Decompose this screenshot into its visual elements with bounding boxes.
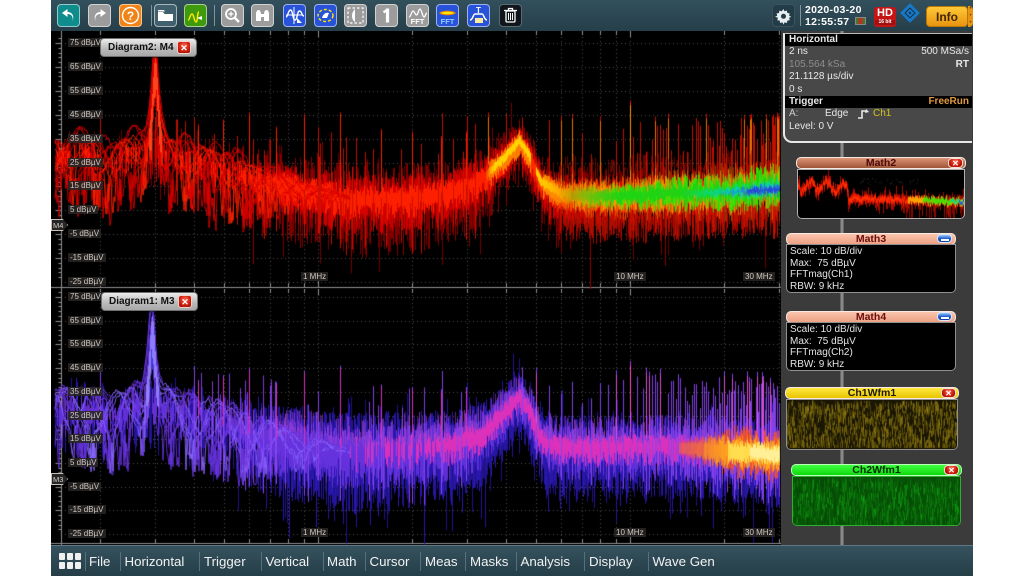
svg-text:FFT: FFT xyxy=(411,17,425,26)
svg-text:?: ? xyxy=(127,9,134,23)
svg-text:FFT: FFT xyxy=(441,17,455,26)
